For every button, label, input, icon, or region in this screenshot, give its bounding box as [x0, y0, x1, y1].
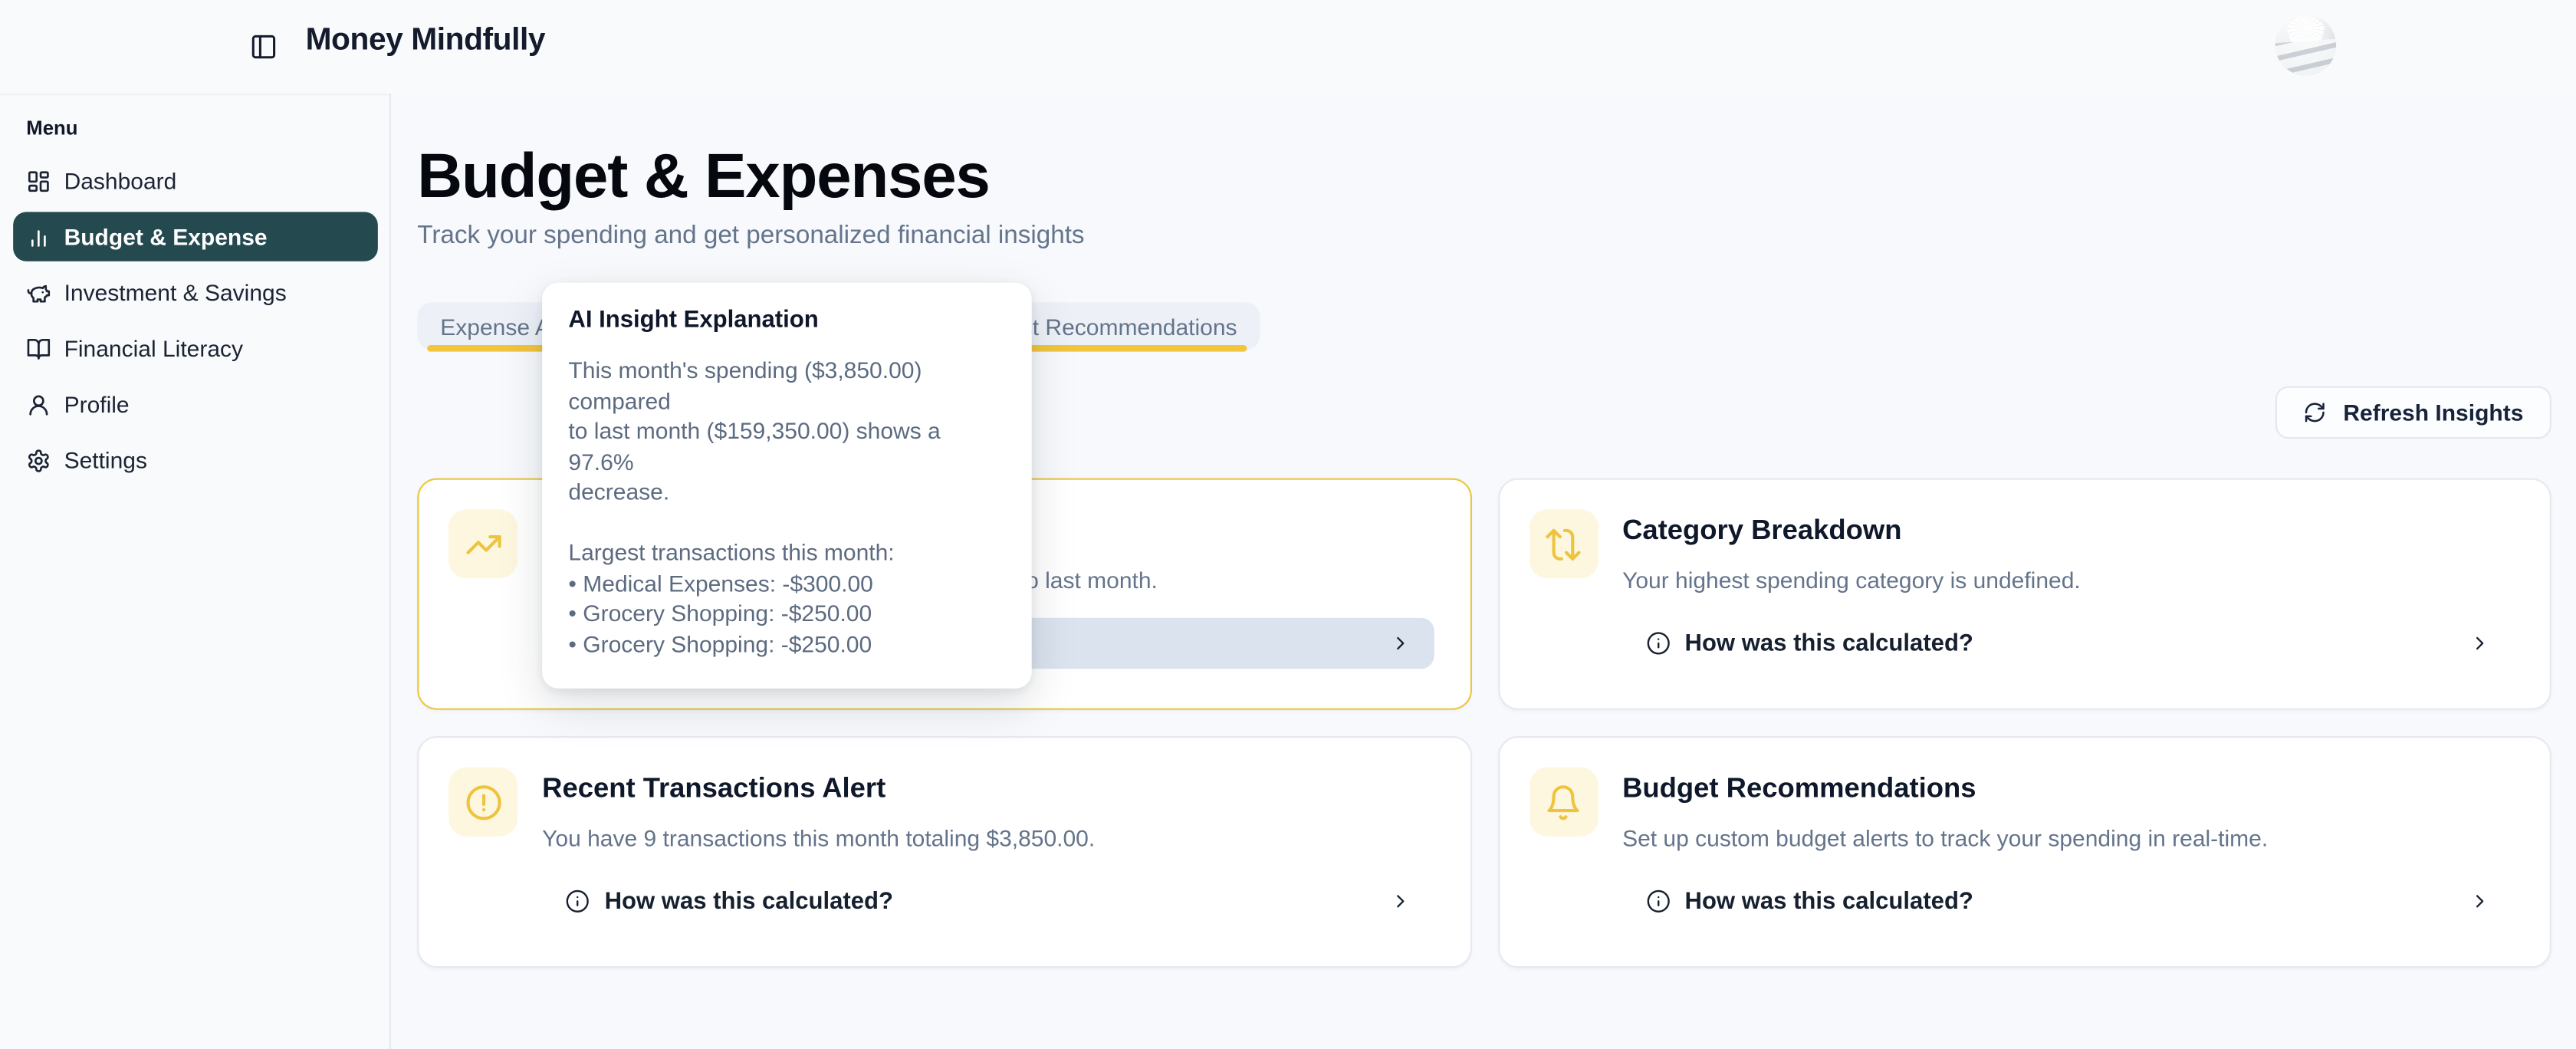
bar-chart-icon [26, 225, 51, 249]
how-calculated-row[interactable]: How was this calculated? [1622, 618, 2514, 669]
card-body: Budget Recommendations Set up custom bud… [1622, 768, 2514, 937]
chevron-right-icon [2469, 633, 2491, 654]
card-icon-box [1529, 509, 1598, 578]
how-calculated-label: How was this calculated? [1685, 630, 1973, 656]
bell-icon [1544, 783, 1582, 820]
book-open-icon [26, 336, 51, 360]
dashboard-icon [26, 169, 51, 193]
card-text: Your highest spending category is undefi… [1622, 564, 2514, 597]
piggy-bank-icon [26, 280, 51, 304]
sidebar-item-financial-literacy[interactable]: Financial Literacy [13, 324, 378, 373]
app-title: Money Mindfully [306, 23, 545, 59]
chevron-right-icon [2469, 890, 2491, 912]
sidebar-item-profile[interactable]: Profile [13, 380, 378, 429]
user-avatar[interactable] [2275, 15, 2336, 75]
info-icon [565, 889, 590, 913]
info-icon [1645, 889, 1670, 913]
sidebar-toggle-button[interactable] [245, 28, 281, 64]
card-body: Category Breakdown Your highest spending… [1622, 509, 2514, 679]
refresh-insights-label: Refresh Insights [2343, 400, 2523, 426]
card-icon-box [449, 509, 518, 578]
sidebar-item-dashboard[interactable]: Dashboard [13, 156, 378, 206]
how-calculated-row[interactable]: How was this calculated? [542, 876, 1434, 926]
tooltip-body: This month's spending ($3,850.00) compar… [568, 355, 1005, 659]
gear-icon [26, 448, 51, 472]
app-root: Money Mindfully Menu Dashboard Budget & … [0, 0, 2576, 1049]
sidebar-item-settings[interactable]: Settings [13, 436, 378, 485]
refresh-icon [2304, 401, 2327, 424]
sidebar-item-label: Settings [64, 447, 147, 473]
page-subtitle: Track your spending and get personalized… [417, 222, 2551, 252]
card-category-breakdown: Category Breakdown Your highest spending… [1497, 478, 2551, 710]
card-text: Set up custom budget alerts to track you… [1622, 821, 2514, 854]
card-body: Recent Transactions Alert You have 9 tra… [542, 768, 1434, 937]
user-icon [26, 392, 51, 416]
sidebar-menu-label: Menu [26, 117, 389, 140]
info-icon [1645, 631, 1670, 656]
panel-left-icon [249, 32, 277, 60]
card-recent-transactions-alert: Recent Transactions Alert You have 9 tra… [417, 736, 1471, 968]
sidebar-item-budget-expense[interactable]: Budget & Expense [13, 212, 378, 261]
page-title: Budget & Expenses [417, 141, 2551, 213]
refresh-insights-button[interactable]: Refresh Insights [2275, 386, 2551, 439]
sidebar-item-label: Dashboard [64, 168, 177, 194]
card-title: Recent Transactions Alert [542, 769, 1434, 808]
alert-circle-icon [464, 783, 501, 820]
sidebar-item-label: Investment & Savings [64, 279, 287, 305]
sidebar-item-label: Budget & Expense [64, 223, 268, 249]
card-text: You have 9 transactions this month total… [542, 821, 1434, 854]
how-calculated-label: How was this calculated? [605, 888, 893, 914]
ai-insight-tooltip: AI Insight Explanation This month's spen… [542, 283, 1032, 689]
card-icon-box [1529, 768, 1598, 837]
card-icon-box [449, 768, 518, 837]
chevron-right-icon [1389, 633, 1411, 654]
sidebar-item-investment-savings[interactable]: Investment & Savings [13, 268, 378, 317]
top-header: Money Mindfully [0, 0, 2576, 94]
sidebar-item-label: Profile [64, 391, 130, 417]
sidebar-item-label: Financial Literacy [64, 335, 243, 361]
tooltip-title: AI Insight Explanation [568, 307, 1005, 334]
content-shell: Menu Dashboard Budget & Expense Investme… [0, 94, 2576, 1049]
chevron-right-icon [1389, 890, 1411, 912]
repeat-icon [1544, 525, 1582, 563]
how-calculated-label: How was this calculated? [1685, 888, 1973, 914]
sidebar: Menu Dashboard Budget & Expense Investme… [0, 94, 391, 1049]
card-title: Category Breakdown [1622, 511, 2514, 550]
card-title: Budget Recommendations [1622, 769, 2514, 808]
trending-up-icon [464, 525, 501, 563]
card-budget-recommendations: Budget Recommendations Set up custom bud… [1497, 736, 2551, 968]
how-calculated-row[interactable]: How was this calculated? [1622, 876, 2514, 926]
